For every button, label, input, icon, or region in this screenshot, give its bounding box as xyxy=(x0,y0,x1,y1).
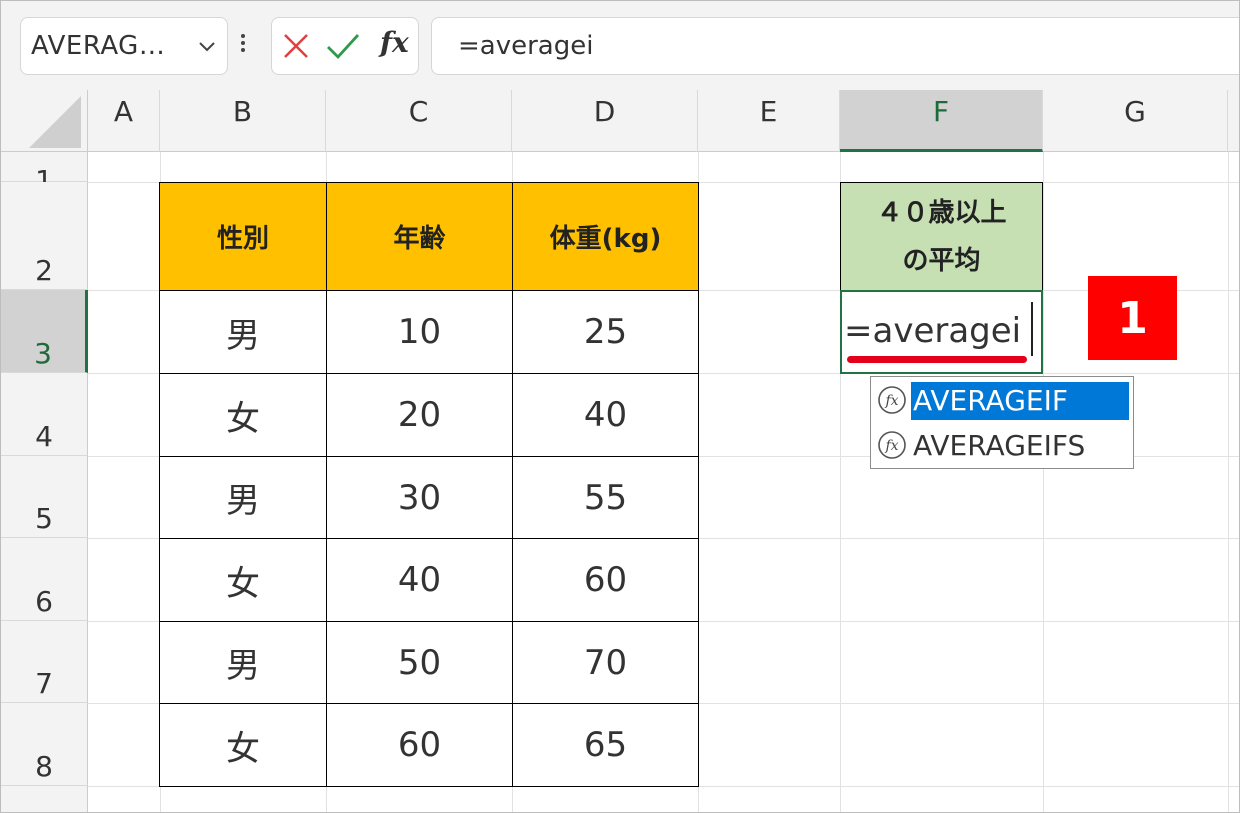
row-header-1[interactable]: 1 xyxy=(1,152,88,197)
svg-text:fx: fx xyxy=(884,438,898,454)
column-header-f[interactable]: F xyxy=(840,90,1043,152)
fx-circle-icon: fx xyxy=(878,386,906,414)
row-header-6-label: 6 xyxy=(35,585,53,618)
gridline xyxy=(1043,152,1044,812)
red-underline xyxy=(847,356,1027,363)
f2-header-line1: ４０歳以上 xyxy=(876,197,1007,228)
row-header-8[interactable]: 8 xyxy=(1,703,88,786)
table-cell[interactable]: 女 xyxy=(159,538,327,622)
formula-text: =averagei xyxy=(458,31,594,61)
function-autocomplete-list: fx AVERAGEIF fx AVERAGEIFS xyxy=(870,376,1134,469)
row-header-3[interactable]: 3 xyxy=(1,290,88,373)
column-header-e[interactable]: E xyxy=(698,90,840,152)
row-header-8-label: 8 xyxy=(35,750,53,783)
row-header-3-label: 3 xyxy=(34,337,52,370)
autocomplete-item-label: AVERAGEIFS xyxy=(913,429,1086,462)
table-cell[interactable]: 50 xyxy=(326,621,513,704)
svg-text:fx: fx xyxy=(884,393,898,409)
table-cell[interactable]: 60 xyxy=(326,703,513,787)
row-header-5-label: 5 xyxy=(35,502,53,535)
table-cell[interactable]: 女 xyxy=(159,373,327,457)
table-cell[interactable]: 60 xyxy=(512,538,699,622)
column-header-h-partial[interactable] xyxy=(1228,90,1239,152)
table-cell[interactable]: 男 xyxy=(159,456,327,539)
active-cell-f3[interactable]: =averagei xyxy=(840,290,1043,374)
table-cell[interactable]: 70 xyxy=(512,621,699,704)
column-header-a[interactable]: A xyxy=(88,90,160,152)
row-header-9[interactable]: 9 xyxy=(1,786,88,812)
select-all-corner[interactable] xyxy=(1,90,88,152)
x-icon[interactable] xyxy=(282,32,310,60)
gridline xyxy=(1228,152,1229,812)
excel-window: AVERAG… fx =averagei A B C D E F G 1 2 3… xyxy=(0,0,1240,813)
worksheet-grid[interactable]: A B C D E F G 1 2 3 4 5 6 7 8 9 性別 年齢 xyxy=(1,90,1239,812)
table-cell[interactable]: 男 xyxy=(159,290,327,374)
row-header-7[interactable]: 7 xyxy=(1,621,88,703)
chevron-down-icon[interactable] xyxy=(197,36,217,56)
name-box-value: AVERAG… xyxy=(31,31,166,61)
column-header-c[interactable]: C xyxy=(326,90,512,152)
table-cell[interactable]: 20 xyxy=(326,373,513,457)
active-cell-text: =averagei xyxy=(844,311,1022,351)
table-cell[interactable]: 女 xyxy=(159,703,327,787)
name-box[interactable]: AVERAG… xyxy=(20,17,228,75)
formula-bar: AVERAG… fx =averagei xyxy=(1,1,1239,90)
f2-header-cell[interactable]: ４０歳以上 の平均 xyxy=(840,182,1043,291)
formula-input[interactable]: =averagei xyxy=(431,17,1239,75)
autocomplete-item-label: AVERAGEIF xyxy=(911,382,1129,420)
table-cell[interactable]: 65 xyxy=(512,703,699,787)
text-caret xyxy=(1031,302,1033,356)
table-cell[interactable]: 25 xyxy=(512,290,699,374)
table-cell[interactable]: 30 xyxy=(326,456,513,539)
row-header-7-label: 7 xyxy=(35,667,53,700)
column-header-b[interactable]: B xyxy=(160,90,326,152)
autocomplete-item-averageifs[interactable]: fx AVERAGEIFS xyxy=(871,423,1133,468)
row-header-6[interactable]: 6 xyxy=(1,538,88,621)
formula-buttons: fx xyxy=(271,17,419,75)
more-options-icon[interactable] xyxy=(239,31,247,61)
row-header-4-label: 4 xyxy=(35,420,53,453)
f2-header-line2: の平均 xyxy=(902,245,981,276)
row-header-5[interactable]: 5 xyxy=(1,456,88,538)
column-header-g[interactable]: G xyxy=(1043,90,1228,152)
table-cell[interactable]: 40 xyxy=(512,373,699,457)
step-badge: 1 xyxy=(1088,276,1177,360)
table-cell[interactable]: 男 xyxy=(159,621,327,704)
fx-icon[interactable]: fx xyxy=(380,26,409,59)
fx-circle-icon: fx xyxy=(878,431,906,459)
row-header-4[interactable]: 4 xyxy=(1,373,88,456)
column-header-d[interactable]: D xyxy=(512,90,698,152)
table-header-weight[interactable]: 体重(kg) xyxy=(512,182,699,291)
check-icon[interactable] xyxy=(326,30,360,62)
autocomplete-item-averageif[interactable]: fx AVERAGEIF xyxy=(871,378,1133,423)
row-header-2-label: 2 xyxy=(35,254,53,287)
row-header-2[interactable]: 2 xyxy=(1,182,88,290)
table-cell[interactable]: 55 xyxy=(512,456,699,539)
table-cell[interactable]: 10 xyxy=(326,290,513,374)
table-cell[interactable]: 40 xyxy=(326,538,513,622)
table-header-age[interactable]: 年齢 xyxy=(326,182,513,291)
table-header-gender[interactable]: 性別 xyxy=(159,182,327,291)
